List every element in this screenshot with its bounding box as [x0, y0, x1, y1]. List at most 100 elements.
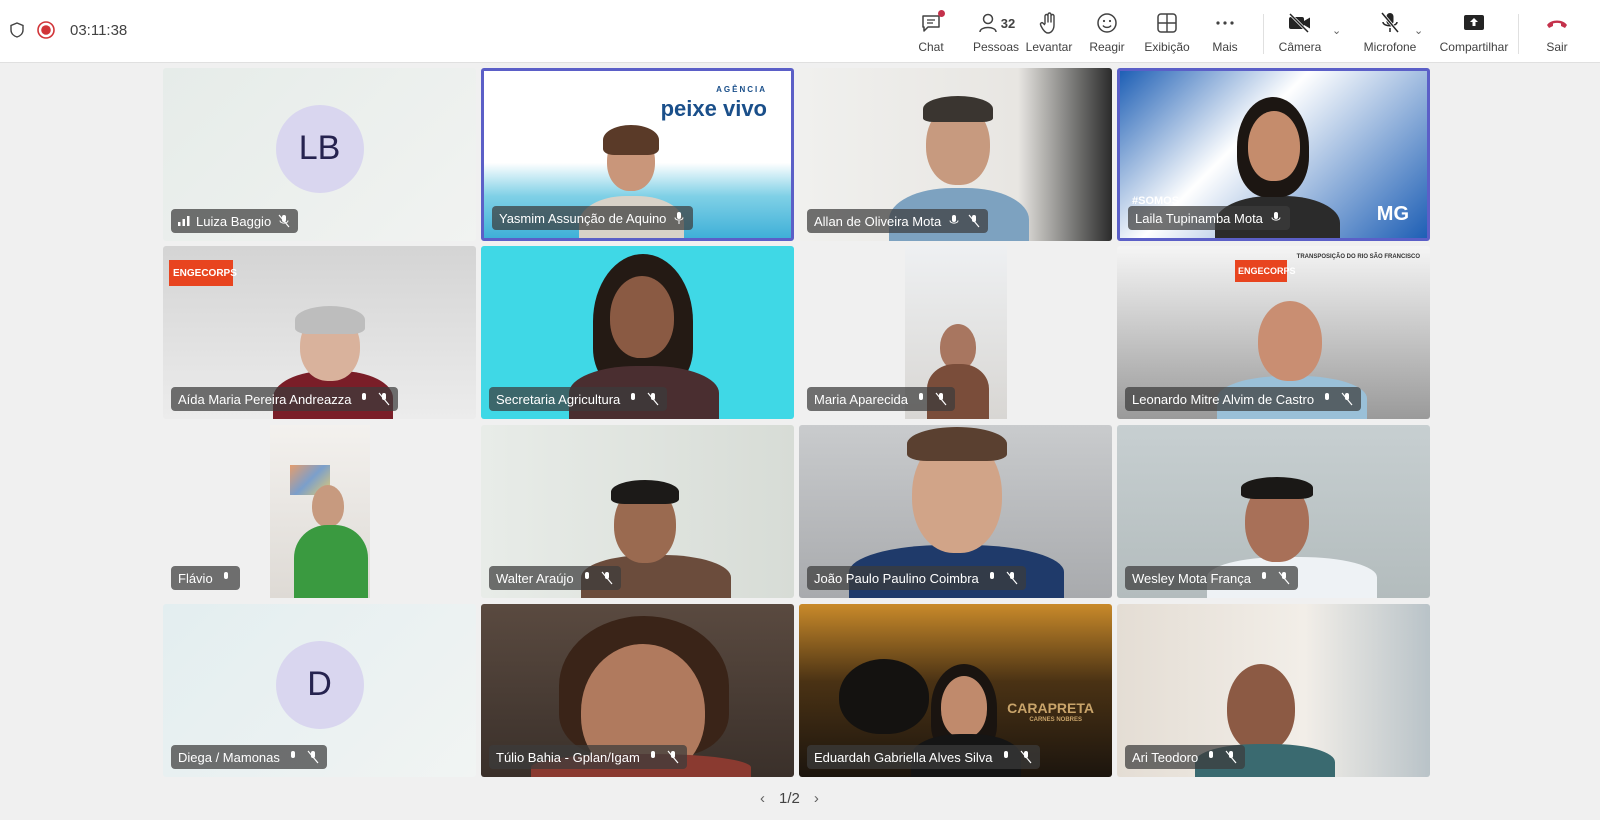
- mic-off-icon: [1379, 10, 1401, 36]
- participant-name-bar: Luiza Baggio: [171, 209, 299, 233]
- meeting-timer: 03:11:38: [70, 21, 128, 39]
- mic-muted-icon: [377, 392, 391, 406]
- participant-name-bar: Secretaria Agricultura: [489, 387, 668, 411]
- shield-icon: [8, 21, 26, 39]
- raise-hand-button[interactable]: Levantar: [1017, 10, 1081, 54]
- mic-unmuted-icon: [626, 392, 640, 406]
- logo-caption: AGÊNCIA: [716, 85, 767, 94]
- leave-label: Sair: [1546, 40, 1568, 54]
- meeting-status: 03:11:38: [8, 20, 127, 40]
- participant-name-bar: Túlio Bahia - Gplan/Igam: [489, 745, 687, 769]
- hand-icon: [1038, 10, 1060, 36]
- previous-page-icon[interactable]: ‹: [760, 790, 765, 807]
- mic-unmuted-icon: [914, 392, 928, 406]
- company-logo: ENGECORPS: [169, 260, 237, 286]
- mic-unmuted-icon: [580, 571, 594, 585]
- leave-button[interactable]: Sair: [1525, 10, 1589, 54]
- participant-tile[interactable]: Flávio: [163, 425, 476, 598]
- participant-tile[interactable]: ENGECORPS Aída Maria Pereira Andreazza: [163, 246, 476, 419]
- participant-name-bar: Leonardo Mitre Alvim de Castro: [1125, 387, 1362, 411]
- participant-tile[interactable]: AGÊNCIA peixe vivo Yasmim Assunção de Aq…: [481, 68, 794, 241]
- participant-tile[interactable]: Secretaria Agricultura: [481, 246, 794, 419]
- participant-tile[interactable]: Walter Araújo: [481, 425, 794, 598]
- avatar: D: [275, 640, 364, 729]
- mic-unmuted-icon: [219, 571, 233, 585]
- mic-label: Microfone: [1363, 40, 1417, 54]
- avatar: LB: [275, 104, 364, 193]
- mic-muted-icon: [1224, 750, 1238, 764]
- company-logo: CARAPRETA: [1007, 700, 1094, 716]
- mic-muted-icon: [1277, 571, 1291, 585]
- toolbar-divider: [1518, 14, 1519, 54]
- participant-name: João Paulo Paulino Coimbra: [814, 570, 979, 586]
- mic-muted-icon: [1340, 392, 1354, 406]
- people-icon-wrap: 32: [977, 10, 1015, 36]
- participant-tile[interactable]: Ari Teodoro: [1117, 604, 1430, 777]
- more-icon: [1214, 10, 1236, 36]
- background-text: TRANSPOSIÇÃO DO RIO SÃO FRANCISCO: [1296, 254, 1420, 260]
- participant-name-bar: Flávio: [171, 566, 240, 590]
- signal-icon: [178, 216, 190, 226]
- mic-unmuted-icon: [999, 750, 1013, 764]
- participant-tile[interactable]: #SOMOS MG Laila Tupinamba Mota: [1117, 68, 1430, 241]
- participant-name: Leonardo Mitre Alvim de Castro: [1132, 391, 1315, 407]
- toolbar-divider: [1263, 14, 1264, 54]
- chat-label: Chat: [918, 40, 944, 54]
- mic-muted-icon: [277, 214, 291, 228]
- mic-unmuted-icon: [672, 211, 686, 225]
- participant-name: Flávio: [178, 570, 213, 586]
- camera-options-chevron-icon[interactable]: ⌄: [1332, 24, 1341, 37]
- mic-muted-icon: [306, 750, 320, 764]
- people-label: Pessoas: [972, 40, 1020, 54]
- participant-tile[interactable]: Wesley Mota França: [1117, 425, 1430, 598]
- mic-unmuted-icon: [1204, 750, 1218, 764]
- recording-icon: [36, 20, 56, 40]
- company-logo-subtitle: CARNES NOBRES: [1029, 717, 1082, 723]
- mic-muted-icon: [1005, 571, 1019, 585]
- agency-logo: peixe vivo: [660, 96, 767, 121]
- share-button[interactable]: Compartilhar: [1434, 10, 1514, 54]
- gallery-pager: ‹ 1/2 ›: [760, 790, 819, 807]
- participant-video: [270, 425, 370, 598]
- react-label: Reagir: [1089, 40, 1125, 54]
- participant-name-bar: Ari Teodoro: [1125, 745, 1246, 769]
- mic-muted-icon: [646, 392, 660, 406]
- mic-options-chevron-icon[interactable]: ⌄: [1414, 24, 1423, 37]
- participant-tile[interactable]: D Diega / Mamonas: [163, 604, 476, 777]
- participant-name: Yasmim Assunção de Aquino: [499, 210, 667, 226]
- participant-name-bar: Laila Tupinamba Mota: [1128, 206, 1290, 230]
- participant-tile[interactable]: Túlio Bahia - Gplan/Igam: [481, 604, 794, 777]
- raise-label: Levantar: [1025, 40, 1073, 54]
- view-label: Exibição: [1144, 40, 1190, 54]
- smiley-icon: [1095, 10, 1119, 36]
- more-label: Mais: [1212, 40, 1238, 54]
- participant-tile[interactable]: Maria Aparecida: [799, 246, 1112, 419]
- mic-muted-icon: [600, 571, 614, 585]
- grid-view-icon: [1156, 10, 1178, 36]
- camera-off-icon: [1287, 10, 1313, 36]
- participant-tile[interactable]: Allan de Oliveira Mota: [799, 68, 1112, 241]
- mic-unmuted-icon: [947, 214, 961, 228]
- more-button[interactable]: Mais: [1193, 10, 1257, 54]
- participant-name-bar: Aída Maria Pereira Andreazza: [171, 387, 399, 411]
- page-indicator: 1/2: [779, 790, 800, 807]
- camera-label: Câmera: [1278, 40, 1322, 54]
- participant-tile[interactable]: LB Luiza Baggio: [163, 68, 476, 241]
- participant-name-bar: Wesley Mota França: [1125, 566, 1298, 590]
- react-button[interactable]: Reagir: [1075, 10, 1139, 54]
- participant-name: Secretaria Agricultura: [496, 391, 621, 407]
- mic-muted-icon: [934, 392, 948, 406]
- chat-icon: [919, 10, 945, 36]
- view-button[interactable]: Exibição: [1135, 10, 1199, 54]
- participant-name: Allan de Oliveira Mota: [814, 213, 942, 229]
- participant-tile[interactable]: João Paulo Paulino Coimbra: [799, 425, 1112, 598]
- chat-button[interactable]: Chat: [899, 10, 963, 54]
- camera-button[interactable]: Câmera: [1268, 10, 1332, 54]
- mic-unmuted-icon: [985, 571, 999, 585]
- participant-tile[interactable]: CARAPRETA CARNES NOBRES Eduardah Gabriel…: [799, 604, 1112, 777]
- share-label: Compartilhar: [1439, 40, 1509, 54]
- participant-tile[interactable]: ENGECORPS TRANSPOSIÇÃO DO RIO SÃO FRANCI…: [1117, 246, 1430, 419]
- participant-name: Diega / Mamonas: [178, 749, 280, 765]
- people-icon: [979, 13, 997, 33]
- next-page-icon[interactable]: ›: [814, 790, 819, 807]
